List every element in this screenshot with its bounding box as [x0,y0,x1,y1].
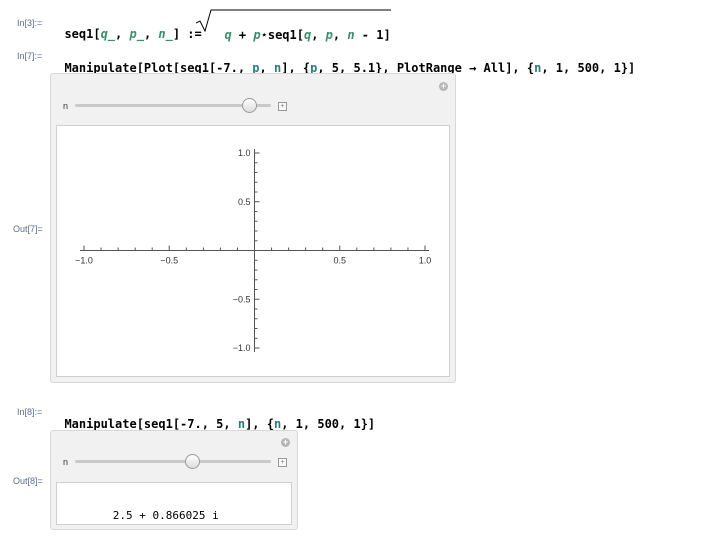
y-tick-label: 0.5 [238,197,251,207]
times-operator: ⋆ [260,28,268,42]
code-text: ], { [245,417,274,431]
code-text: - 1] [354,28,391,42]
y-tick-label: −0.5 [233,294,251,304]
slider-thumb[interactable] [241,98,257,113]
var-n: n [237,417,246,431]
options-plus-icon[interactable]: + [281,438,290,447]
pattern-q: q_ [100,27,116,41]
result-value: 2.5 + 0.866025 i [73,496,219,535]
pattern-p: p_ [129,27,144,41]
x-tick-label: −0.5 [160,256,178,266]
slider-track[interactable] [75,460,271,463]
slider-label-n: n [63,457,69,467]
slider-label-n: n [63,101,69,111]
code-text: seq1[ [267,28,304,42]
radicand-p2: p [325,28,333,42]
input-cell-in7[interactable]: Manipulate[Plot[seq1[-7., p, n], {p, 5, … [50,47,635,75]
y-tick-label: 1.0 [238,148,251,158]
cell-label-out8: Out[8]= [13,476,43,486]
code-text: , [311,28,326,42]
radicand: q + p⋆seq1[q, p, n - 1] [210,14,391,42]
x-tick-label: 1.0 [419,256,432,266]
code-text: , [115,27,130,41]
radicand-q: q [224,28,232,42]
input-cell-in8[interactable]: Manipulate[seq1[-7., 5, n], {n, 1, 500, … [50,403,375,431]
code-text: , [332,28,348,42]
slider-expand-plus-icon[interactable]: + [278,458,287,467]
pattern-n: n_ [158,27,173,41]
result-box: 2.5 + 0.866025 i [56,482,292,525]
plot-area: −1.0 −0.5 0.5 1.0 1.0 0.5 −0.5 −1.0 [56,125,450,377]
code-text: + [231,28,254,42]
imaginary-unit: i [212,509,219,522]
slider-thumb[interactable] [185,454,201,469]
code-text: seq1[ [64,27,101,41]
code-text: , 1, 500, 1}] [541,61,636,75]
slider-n[interactable] [75,98,271,114]
result-main: 2.5 + 0.866025 [112,509,213,522]
x-tick-label: 0.5 [333,256,346,266]
slider-expand-plus-icon[interactable]: + [278,102,287,111]
cell-label-in8: In[8]:= [17,407,43,417]
x-tick-label: −1.0 [75,256,93,266]
slider-n[interactable] [75,454,271,470]
manipulate-panel-out7: + n + −1.0 −0.5 0.5 1.0 1.0 0.5 −0.5 −1.0 [50,73,456,383]
cell-label-out7: Out[7]= [13,224,43,234]
code-text: Manipulate[seq1[-7., 5, [64,417,238,431]
code-text: , [143,27,159,41]
manipulate-panel-out8: + n + 2.5 + 0.866025 i [50,430,298,530]
cell-label-in7: In[7]:= [17,51,43,61]
code-text: , 1, 500, 1}] [281,417,376,431]
plot-svg: −1.0 −0.5 0.5 1.0 1.0 0.5 −0.5 −1.0 [75,148,432,353]
radicand-p: p [253,28,261,42]
cell-label-in3: In[3]:= [17,18,43,28]
options-plus-icon[interactable]: + [439,82,448,91]
y-tick-label: −1.0 [233,343,251,353]
radicand-n: n [347,28,355,42]
input-cell-in3[interactable]: seq1[q_, p_, n_] := [50,13,201,41]
